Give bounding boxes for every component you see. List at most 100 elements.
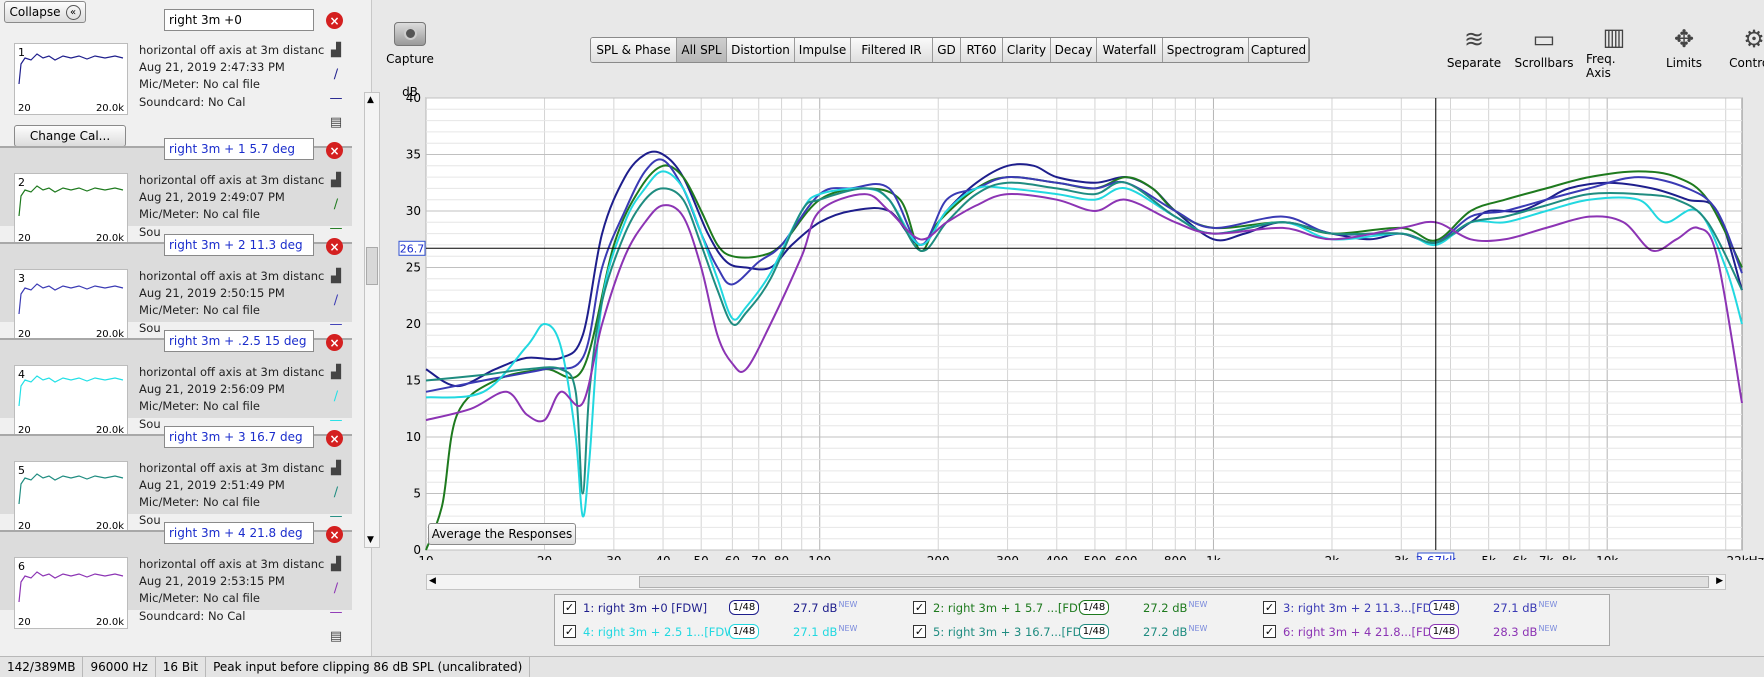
measurement-date: Aug 21, 2019 2:47:33 PM xyxy=(139,60,285,75)
legend-value: 27.1 dBNEW xyxy=(1493,600,1557,615)
measurement-thumbnail[interactable]: 6 20 20.0k xyxy=(14,557,128,629)
series-visible-checkbox[interactable]: ✓ xyxy=(563,601,576,614)
remove-measurement-icon[interactable]: × xyxy=(326,12,343,29)
series-visible-checkbox[interactable]: ✓ xyxy=(913,625,926,638)
scroll-up-arrow-icon[interactable]: ▲ xyxy=(367,95,374,105)
pen-icon[interactable]: ∕ xyxy=(328,388,344,404)
measurement-entry[interactable]: right 3m + 4 21.8 deg × 6 20 20.0k horizontal… xyxy=(0,514,352,644)
measurement-name-field[interactable]: right 3m +0 xyxy=(164,9,314,31)
tab-distortion[interactable]: Distortion xyxy=(727,38,795,62)
remove-measurement-icon[interactable]: × xyxy=(326,238,343,255)
cursor-y-label: 26.7 xyxy=(400,242,425,255)
measurement-mic: Mic/Meter: No cal file xyxy=(139,207,260,222)
pen-icon[interactable]: ∕ xyxy=(328,292,344,308)
freq-axis-button[interactable]: ▥ Freq. Axis xyxy=(1586,22,1642,80)
measurement-date: Aug 21, 2019 2:56:09 PM xyxy=(139,382,285,397)
measurement-mic: Mic/Meter: No cal file xyxy=(139,77,260,92)
tab-captured[interactable]: Captured xyxy=(1249,38,1309,62)
legend-db-value: 28.3 dB xyxy=(1493,624,1538,639)
bit-depth-status: 16 Bit xyxy=(156,657,207,677)
average-responses-button[interactable]: Average the Responses xyxy=(428,523,576,545)
smoothing-button[interactable]: 1/48 xyxy=(729,624,759,639)
pen-icon[interactable]: ∕ xyxy=(328,580,344,596)
series-visible-checkbox[interactable]: ✓ xyxy=(563,625,576,638)
panel-vertical-scrollbar[interactable]: ▲ ▼ xyxy=(364,92,380,548)
measurement-desc: horizontal off axis at 3m distanc xyxy=(139,365,325,379)
color-line-icon[interactable]: — xyxy=(328,90,344,106)
measurement-desc: horizontal off axis at 3m distanc xyxy=(139,461,325,475)
separate-button[interactable]: ≋ Separate xyxy=(1446,22,1502,80)
eq-icon[interactable]: ▟ xyxy=(328,42,344,58)
thumbnail-trace xyxy=(18,571,124,603)
doc-icon[interactable]: ▤ xyxy=(328,114,344,130)
measurement-mic: Mic/Meter: No cal file xyxy=(139,399,260,414)
x-tick-label: 300 xyxy=(996,554,1019,560)
doc-icon[interactable]: ▤ xyxy=(328,628,344,644)
smoothing-button[interactable]: 1/48 xyxy=(729,600,759,615)
measurement-number: 4 xyxy=(18,368,25,381)
eq-icon[interactable]: ▟ xyxy=(328,364,344,380)
horizontal-scroll-thumb[interactable] xyxy=(639,576,1709,588)
remove-measurement-icon[interactable]: × xyxy=(326,334,343,351)
color-line-icon[interactable]: — xyxy=(328,604,344,620)
tab-all-spl[interactable]: All SPL xyxy=(677,38,727,62)
limits-button[interactable]: ✥ Limits xyxy=(1656,22,1712,80)
measurement-number: 6 xyxy=(18,560,25,573)
eq-icon[interactable]: ▟ xyxy=(328,172,344,188)
measurement-sound: Soundcard: No Cal xyxy=(139,94,246,109)
measurement-name-field[interactable]: right 3m + 1 5.7 deg xyxy=(164,138,314,160)
scroll-thumb[interactable] xyxy=(366,247,378,285)
x-tick-label: 1k xyxy=(1206,554,1221,560)
tab-gd[interactable]: GD xyxy=(933,38,961,62)
tab-rt60[interactable]: RT60 xyxy=(961,38,1003,62)
x-tick-label: 2k xyxy=(1325,554,1340,560)
eq-icon[interactable]: ▟ xyxy=(328,268,344,284)
eq-icon[interactable]: ▟ xyxy=(328,460,344,476)
thumbnail-low-label: 20 xyxy=(18,103,31,114)
pen-icon[interactable]: ∕ xyxy=(328,484,344,500)
remove-measurement-icon[interactable]: × xyxy=(326,142,343,159)
controls-button[interactable]: ⚙ Controls xyxy=(1726,22,1764,80)
thumbnail-trace xyxy=(18,283,124,315)
smoothing-button[interactable]: 1/48 xyxy=(1429,600,1459,615)
x-tick-label: 500 xyxy=(1083,554,1106,560)
measurement-thumbnail[interactable]: 1 20 20.0k xyxy=(14,43,128,115)
measurement-desc: horizontal off axis at 3m distanc xyxy=(139,269,325,283)
x-tick-label: 400 xyxy=(1045,554,1068,560)
thumbnail-trace xyxy=(18,375,124,407)
scroll-right-arrow-icon[interactable]: ▶ xyxy=(1716,576,1723,586)
spl-chart[interactable]: 0510152025303540dB26.7102030405060708010… xyxy=(380,84,1764,560)
measurement-entry[interactable]: right 3m +0 × 1 20 20.0k horizontal off axis … xyxy=(0,0,352,130)
measurement-name-field[interactable]: right 3m + .2.5 15 deg xyxy=(164,330,314,352)
chart-horizontal-scrollbar[interactable]: ◀ ▶ xyxy=(426,574,1726,590)
scrollbars-button[interactable]: ▭ Scrollbars xyxy=(1514,22,1573,80)
series-visible-checkbox[interactable]: ✓ xyxy=(1263,625,1276,638)
smoothing-button[interactable]: 1/48 xyxy=(1079,624,1109,639)
smoothing-button[interactable]: 1/48 xyxy=(1079,600,1109,615)
tab-filtered-ir[interactable]: Filtered IR xyxy=(851,38,933,62)
remove-measurement-icon[interactable]: × xyxy=(326,430,343,447)
series-visible-checkbox[interactable]: ✓ xyxy=(1263,601,1276,614)
x-tick-label: 20 xyxy=(537,554,552,560)
legend-panel: ✓ 1: right 3m +0 [FDW] 1/48 27.7 dBNEW ✓ 2: r… xyxy=(554,594,1610,646)
measurement-desc: horizontal off axis at 3m distanc xyxy=(139,43,325,57)
tab-waterfall[interactable]: Waterfall xyxy=(1097,38,1163,62)
measurement-name-field[interactable]: right 3m + 3 16.7 deg xyxy=(164,426,314,448)
smoothing-button[interactable]: 1/48 xyxy=(1429,624,1459,639)
tab-spl-phase[interactable]: SPL & Phase xyxy=(591,38,677,62)
measurement-name-field[interactable]: right 3m + 4 21.8 deg xyxy=(164,522,314,544)
legend-label: 6: right 3m + 4 21.8...[FDW] xyxy=(1283,625,1448,639)
tab-impulse[interactable]: Impulse xyxy=(795,38,851,62)
scroll-left-arrow-icon[interactable]: ◀ xyxy=(429,576,436,586)
scroll-down-arrow-icon[interactable]: ▼ xyxy=(367,535,374,545)
tab-spectrogram[interactable]: Spectrogram xyxy=(1163,38,1249,62)
remove-measurement-icon[interactable]: × xyxy=(326,526,343,543)
capture-button[interactable]: Capture xyxy=(386,22,434,74)
series-visible-checkbox[interactable]: ✓ xyxy=(913,601,926,614)
tab-decay[interactable]: Decay xyxy=(1051,38,1097,62)
tab-clarity[interactable]: Clarity xyxy=(1003,38,1051,62)
eq-icon[interactable]: ▟ xyxy=(328,556,344,572)
pen-icon[interactable]: ∕ xyxy=(328,196,344,212)
measurement-name-field[interactable]: right 3m + 2 11.3 deg xyxy=(164,234,314,256)
pen-icon[interactable]: ∕ xyxy=(328,66,344,82)
